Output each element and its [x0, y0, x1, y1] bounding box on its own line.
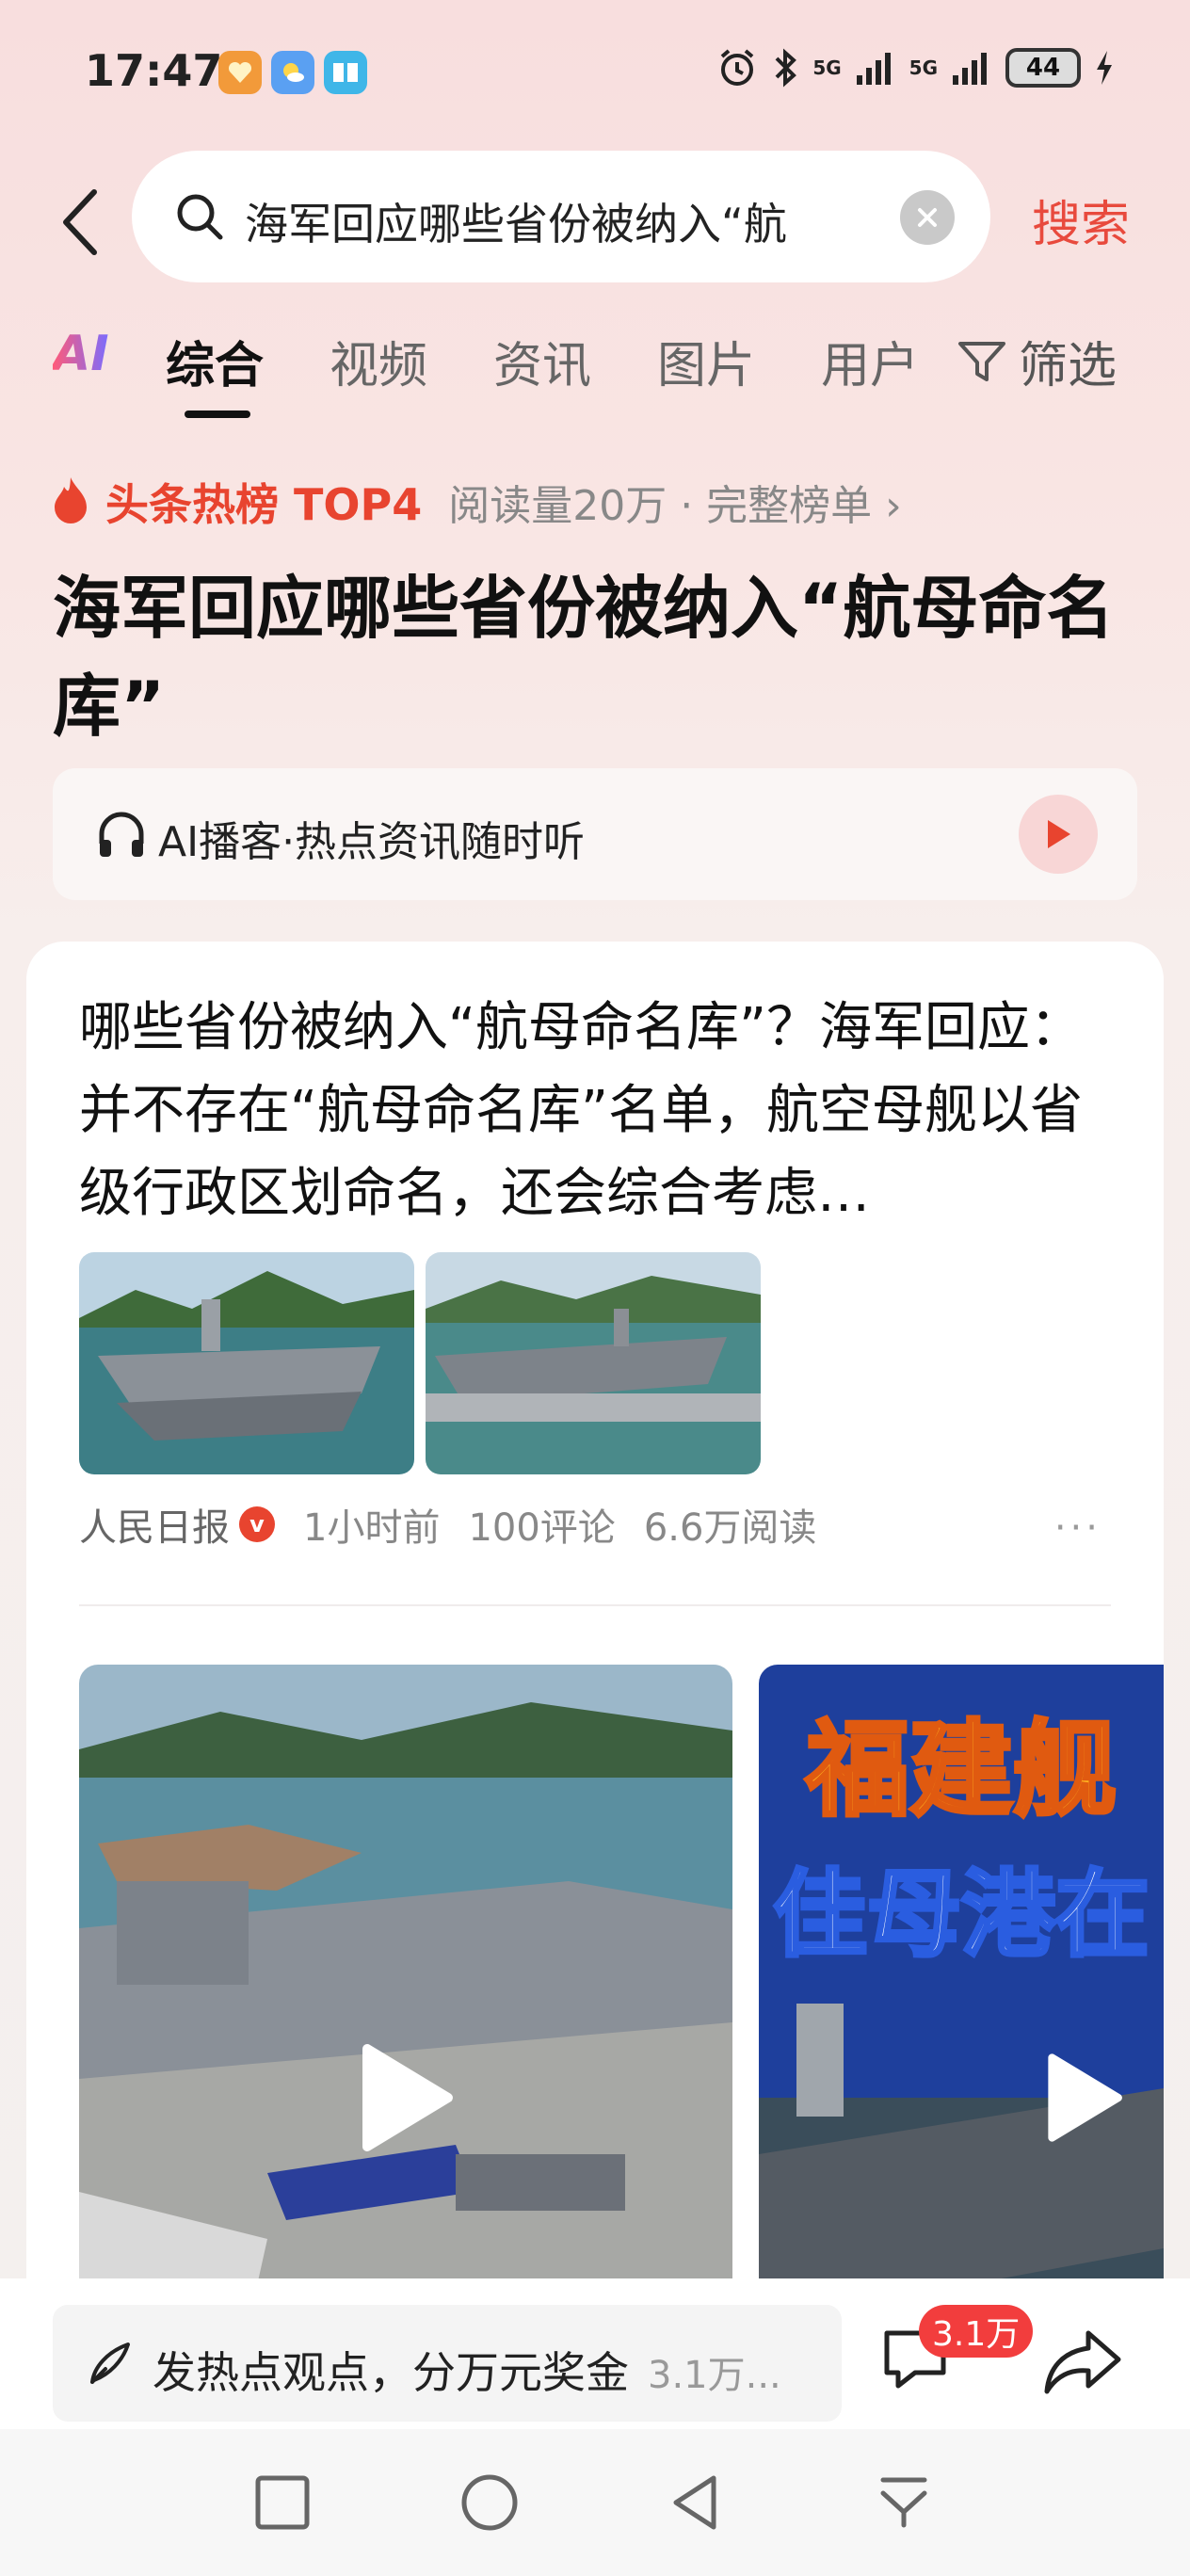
status-app-icons — [218, 51, 367, 94]
back-nav-icon[interactable] — [665, 2471, 729, 2535]
play-icon — [1048, 820, 1070, 848]
video-overlay-line2: 佳母港在 — [773, 1860, 1150, 1970]
active-tab-indicator — [185, 411, 250, 418]
search-icon — [177, 194, 223, 240]
topic-title: 海军回应哪些省份被纳入“航母命名库” — [53, 569, 1115, 746]
comment-prompt-text: 发热点观点，分万元奖金 — [153, 2347, 629, 2398]
tab-video[interactable]: 视频 — [330, 326, 427, 396]
search-button[interactable]: 搜索 — [1032, 185, 1130, 255]
search-query-text[interactable]: 海军回应哪些省份被纳入“航 — [245, 190, 894, 252]
article-thumbnail[interactable] — [426, 1252, 761, 1474]
share-icon[interactable] — [1039, 2320, 1124, 2405]
filter-label: 筛选 — [1019, 338, 1118, 394]
article-reads: 6.6万阅读 — [643, 1506, 817, 1550]
clear-search-button[interactable] — [900, 190, 955, 245]
notification-pull-icon[interactable] — [872, 2471, 936, 2535]
flame-icon — [55, 477, 87, 523]
search-input[interactable]: 海军回应哪些省份被纳入“航 — [132, 151, 990, 282]
comment-prompt-suffix: 3.1万... — [648, 2354, 781, 2397]
search-tabs: AI 综合 视频 资讯 图片 用户 筛选 — [0, 320, 1190, 424]
more-options-button[interactable]: ··· — [1054, 1506, 1102, 1550]
comment-count-badge: 3.1万 — [919, 2305, 1034, 2358]
comment-input[interactable]: 发热点观点，分万元奖金 3.1万... — [53, 2305, 842, 2422]
tab-images[interactable]: 图片 — [657, 326, 755, 396]
battery-indicator: 44 — [1005, 48, 1081, 88]
charging-icon — [1097, 51, 1112, 85]
article-comments: 100评论 — [468, 1506, 616, 1550]
video-overlay-line1: 福建舰 — [805, 1710, 1117, 1830]
podcast-label: AI播客·热点资讯随时听 — [158, 818, 586, 866]
article-thumbnail[interactable] — [79, 1252, 414, 1474]
home-icon[interactable] — [458, 2471, 522, 2535]
filter-icon — [958, 341, 1005, 381]
play-icon — [1048, 2053, 1122, 2142]
tab-comprehensive[interactable]: 综合 — [166, 326, 264, 396]
filter-button[interactable]: 筛选 — [957, 326, 1117, 396]
article-meta: 人民日报 v 1小时前 100评论 6.6万阅读 — [79, 1497, 816, 1552]
weather-app-icon — [271, 51, 314, 94]
podcast-play-button[interactable] — [1019, 795, 1098, 874]
ai-podcast-bar[interactable]: AI播客·热点资讯随时听 — [53, 768, 1137, 900]
bottom-action-bar: 发热点观点，分万元奖金 3.1万... 3.1万 — [0, 2278, 1190, 2429]
recent-apps-icon[interactable] — [250, 2471, 314, 2535]
video-thumbnail[interactable]: 福建舰 佳母港在 — [759, 1665, 1164, 2324]
verified-badge-icon: v — [239, 1506, 275, 1542]
signal-label-2: 5G — [909, 56, 938, 79]
article-time: 1小时前 — [303, 1506, 441, 1550]
back-arrow-icon[interactable] — [53, 185, 109, 260]
signal-label-1: 5G — [812, 56, 842, 79]
tab-news[interactable]: 资讯 — [493, 326, 591, 396]
hot-list-meta[interactable]: 阅读量20万 · 完整榜单 › — [448, 472, 902, 532]
divider — [79, 1604, 1111, 1606]
battery-level: 44 — [1025, 54, 1061, 82]
bluetooth-icon — [775, 48, 797, 88]
pen-icon — [90, 2343, 130, 2384]
article-source[interactable]: 人民日报 — [79, 1497, 230, 1552]
play-icon — [362, 2044, 453, 2151]
close-icon — [918, 208, 937, 227]
book-app-icon — [324, 51, 367, 94]
status-right: 5G 5G 44 — [716, 47, 1115, 89]
hot-list-row[interactable]: 头条热榜 TOP4 阅读量20万 · 完整榜单 › — [49, 471, 902, 533]
video-thumbnail[interactable] — [79, 1665, 732, 2324]
heart-app-icon — [218, 51, 262, 94]
signal-bars-icon — [953, 53, 987, 85]
tab-users[interactable]: 用户 — [821, 326, 919, 396]
headphones-icon — [99, 812, 144, 857]
alarm-icon — [721, 49, 754, 86]
tab-ai[interactable]: AI — [53, 326, 109, 382]
search-row: 海军回应哪些省份被纳入“航 搜索 — [0, 151, 1190, 282]
hot-list-label: 头条热榜 TOP4 — [105, 479, 423, 530]
signal-bars-icon — [856, 53, 891, 85]
status-bar: 17:47 5G 5G 44 — [0, 38, 1190, 113]
article-title[interactable]: 哪些省份被纳入“航母命名库”？海军回应：并不存在“航母命名库”名单，航空母舰以省… — [79, 987, 1115, 1235]
comment-prompt: 发热点观点，分万元奖金 3.1万... — [153, 2339, 781, 2401]
system-nav-bar — [0, 2429, 1190, 2576]
status-time: 17:47 — [85, 45, 223, 96]
